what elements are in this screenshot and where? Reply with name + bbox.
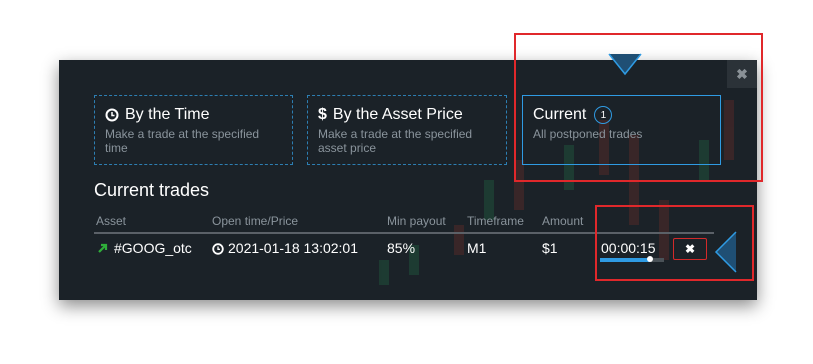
column-header: Timeframe: [467, 214, 524, 228]
mode-card-by-time[interactable]: By the Time Make a trade at the specifie…: [94, 95, 293, 165]
asset-name: #GOOG_otc: [114, 240, 192, 256]
mode-card-subtitle: Make a trade at the specified time: [105, 127, 260, 155]
mode-card-subtitle: Make a trade at the specified asset pric…: [318, 127, 473, 155]
dollar-icon: $: [318, 106, 327, 123]
timeframe: M1: [467, 240, 487, 256]
column-header: Asset: [96, 214, 127, 228]
column-header: Amount: [542, 214, 584, 228]
min-payout: 85%: [387, 240, 416, 256]
clock-icon: [212, 243, 224, 255]
arrow-up-right-icon: [98, 243, 108, 253]
column-header: Open time/Price: [212, 214, 299, 228]
highlight-frame: [595, 205, 754, 281]
mode-card-by-asset-price[interactable]: $ By the Asset Price Make a trade at the…: [307, 95, 507, 165]
clock-icon: [105, 108, 119, 122]
section-title: Current trades: [94, 180, 210, 200]
open-time: 2021-01-18 13:02:01: [228, 240, 358, 256]
mode-card-title: $ By the Asset Price: [318, 106, 463, 123]
column-header: Min payout: [387, 214, 446, 228]
amount: $1: [542, 240, 558, 256]
highlight-frame: [514, 33, 763, 182]
mode-card-title: By the Time: [105, 106, 282, 124]
